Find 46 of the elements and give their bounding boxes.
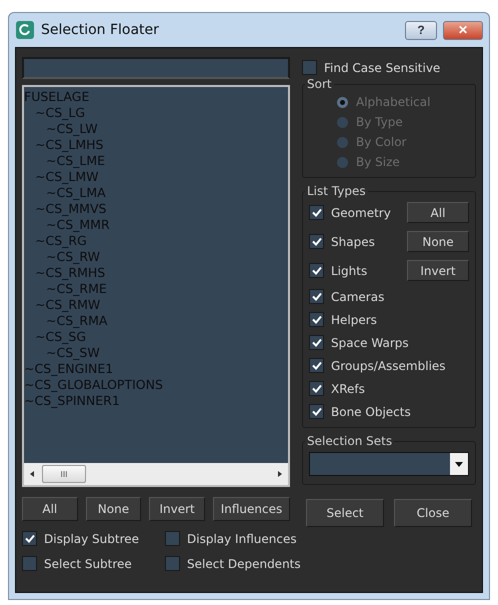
checkbox[interactable]: Groups/Assemblies: [309, 358, 446, 373]
checkmark-icon: [312, 315, 322, 324]
checkbox[interactable]: XRefs: [309, 381, 365, 396]
list-button[interactable]: Influences: [212, 497, 290, 521]
search-field[interactable]: [22, 57, 290, 79]
group-title: Sort: [306, 77, 333, 91]
checkmark-icon: [312, 338, 322, 347]
group-title: List Types: [306, 184, 367, 198]
left-arrow-icon[interactable]: [28, 470, 36, 478]
checkbox[interactable]: Select Subtree: [22, 556, 165, 571]
checkbox[interactable]: Find Case Sensitive: [302, 60, 476, 75]
horizontal-scrollbar[interactable]: III: [24, 463, 288, 485]
checkmark-icon: [312, 208, 322, 217]
right-arrow-icon[interactable]: [276, 470, 284, 478]
checkmark-icon: [312, 237, 322, 246]
checkmark-icon: [312, 292, 322, 301]
checkbox[interactable]: Display Influences: [165, 531, 301, 546]
dialog-button[interactable]: Close: [394, 499, 472, 527]
checkbox[interactable]: Bone Objects: [309, 404, 411, 419]
dropdown-arrow-icon: [455, 462, 463, 466]
checkbox[interactable]: Shapes: [309, 234, 405, 249]
checkmark-icon: [24, 534, 34, 543]
type-button[interactable]: None: [407, 231, 469, 252]
scroll-thumb[interactable]: III: [42, 465, 86, 483]
dialog-button[interactable]: Select: [306, 499, 384, 527]
selection-sets-dropdown[interactable]: [309, 452, 469, 476]
list-button[interactable]: Invert: [149, 497, 205, 521]
checkbox[interactable]: Cameras: [309, 289, 384, 304]
app-icon: [15, 20, 35, 40]
checkbox[interactable]: Lights: [309, 263, 405, 278]
checkmark-icon: [312, 266, 322, 275]
help-button[interactable]: ?: [405, 20, 437, 40]
type-button[interactable]: All: [407, 202, 469, 223]
checkmark-icon: [312, 361, 322, 370]
group-title: Selection Sets: [306, 434, 394, 448]
checkbox[interactable]: Select Dependents: [165, 556, 301, 571]
type-button[interactable]: Invert: [407, 260, 469, 281]
checkbox[interactable]: Geometry: [309, 205, 405, 220]
checkbox[interactable]: Display Subtree: [22, 531, 165, 546]
window-title: Selection Floater: [41, 22, 160, 38]
list-button[interactable]: All: [22, 497, 78, 521]
list-button[interactable]: None: [86, 497, 142, 521]
checkmark-icon: [312, 407, 322, 416]
checkbox[interactable]: Space Warps: [309, 335, 409, 350]
checkmark-icon: [312, 384, 322, 393]
checkbox[interactable]: Helpers: [309, 312, 377, 327]
